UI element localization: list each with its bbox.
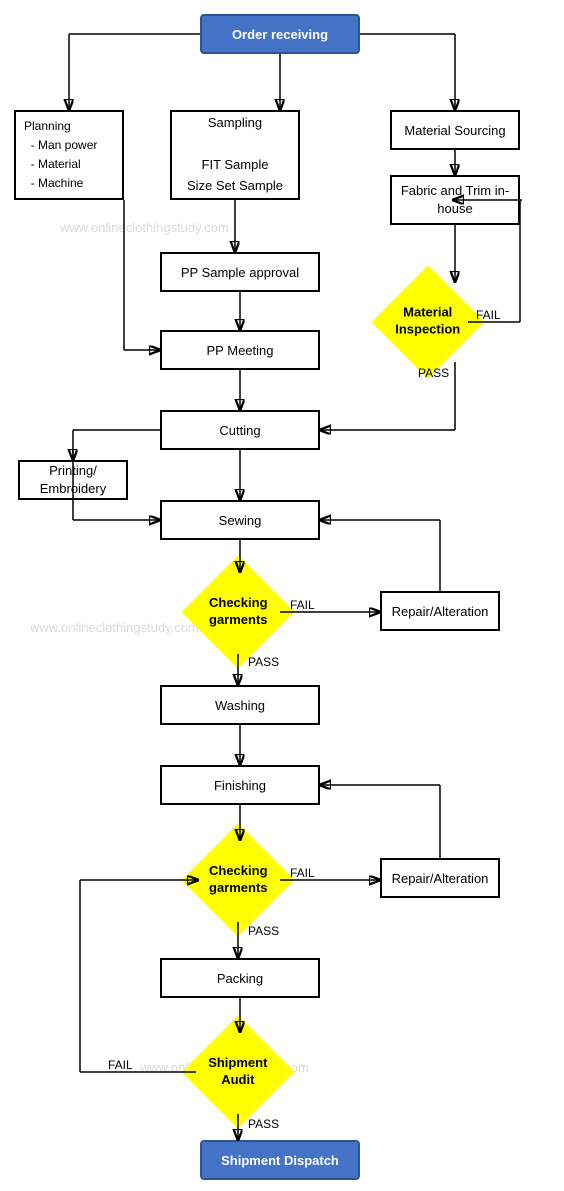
checking2-label: Checkinggarments — [209, 863, 268, 895]
packing-label: Packing — [217, 971, 263, 986]
pass-label-material: PASS — [418, 366, 449, 380]
watermark-1: www.onlineclothingstudy.com — [60, 220, 229, 235]
pp-meeting-label: PP Meeting — [207, 343, 274, 358]
material-inspection-diamond: MaterialInspection — [371, 265, 484, 378]
shipment-audit-diamond: ShipmentAudit — [181, 1015, 294, 1128]
checking-garments-2-diamond: Checkinggarments — [181, 823, 294, 936]
shipment-audit-label: ShipmentAudit — [208, 1055, 267, 1087]
fabric-trim-box: Fabric and Trim in-house — [390, 175, 520, 225]
washing-box: Washing — [160, 685, 320, 725]
printing-label: Printing/Embroidery — [40, 462, 106, 498]
cutting-label: Cutting — [219, 423, 260, 438]
shipment-dispatch-label: Shipment Dispatch — [221, 1153, 339, 1168]
pp-sample-label: PP Sample approval — [181, 265, 299, 280]
fabric-trim-label: Fabric and Trim in-house — [392, 182, 518, 218]
pp-sample-box: PP Sample approval — [160, 252, 320, 292]
sewing-box: Sewing — [160, 500, 320, 540]
flowchart: www.onlineclothingstudy.com www.onlinecl… — [0, 0, 564, 1191]
pp-meeting-box: PP Meeting — [160, 330, 320, 370]
fail-label-audit: FAIL — [108, 1058, 133, 1072]
planning-label: Planning - Man power - Material - Machin… — [24, 117, 97, 194]
shipment-dispatch-box: Shipment Dispatch — [200, 1140, 360, 1180]
pass-label-audit: PASS — [248, 1117, 279, 1131]
repair2-label: Repair/Alteration — [392, 871, 489, 886]
material-sourcing-label: Material Sourcing — [404, 123, 505, 138]
pass-label-check1: PASS — [248, 655, 279, 669]
order-receiving-label: Order receiving — [232, 27, 328, 42]
cutting-box: Cutting — [160, 410, 320, 450]
packing-box: Packing — [160, 958, 320, 998]
repair-alteration-2-box: Repair/Alteration — [380, 858, 500, 898]
washing-label: Washing — [215, 698, 265, 713]
finishing-label: Finishing — [214, 778, 266, 793]
checking-garments-1-diamond: Checkinggarments — [181, 555, 294, 668]
repair-alteration-1-box: Repair/Alteration — [380, 591, 500, 631]
material-inspection-label: MaterialInspection — [395, 305, 460, 337]
sampling-label: SamplingFIT SampleSize Set Sample — [187, 113, 283, 196]
sampling-box: SamplingFIT SampleSize Set Sample — [170, 110, 300, 200]
repair1-label: Repair/Alteration — [392, 604, 489, 619]
fail-label-check1: FAIL — [290, 598, 315, 612]
watermark-2: www.onlineclothingstudy.com — [30, 620, 199, 635]
pass-label-check2: PASS — [248, 924, 279, 938]
sewing-label: Sewing — [219, 513, 262, 528]
order-receiving-box: Order receiving — [200, 14, 360, 54]
checking1-label: Checkinggarments — [209, 595, 268, 627]
fail-label-material: FAIL — [476, 308, 501, 322]
planning-box: Planning - Man power - Material - Machin… — [14, 110, 124, 200]
material-sourcing-box: Material Sourcing — [390, 110, 520, 150]
printing-box: Printing/Embroidery — [18, 460, 128, 500]
finishing-box: Finishing — [160, 765, 320, 805]
fail-label-check2: FAIL — [290, 866, 315, 880]
